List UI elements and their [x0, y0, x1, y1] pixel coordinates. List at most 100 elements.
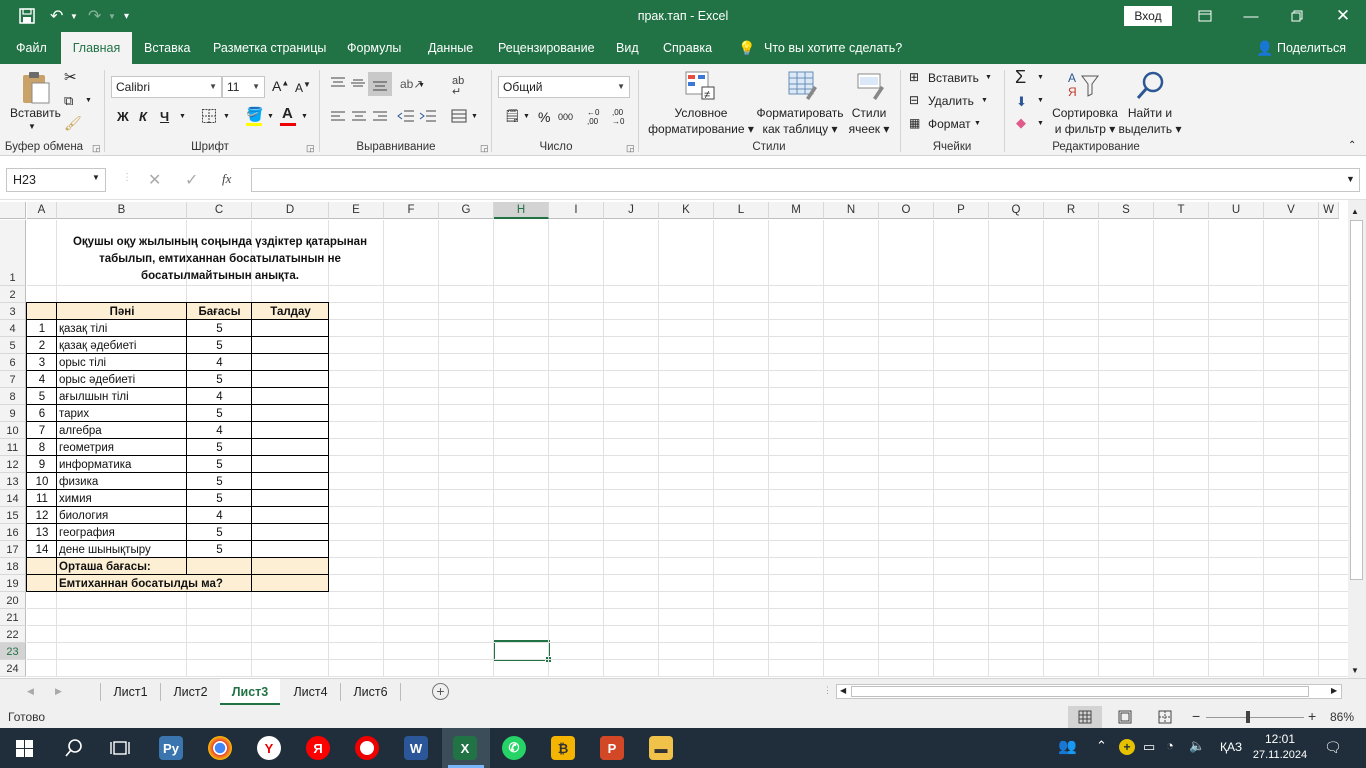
tab-file[interactable]: Файл [16, 32, 47, 64]
row-number[interactable]: 5 [29, 389, 55, 405]
row-header-10[interactable]: 10 [0, 422, 26, 439]
conditional-formatting-icon[interactable]: ≠ [684, 70, 716, 105]
column-header-H[interactable]: H [494, 202, 549, 219]
row-number[interactable]: 2 [29, 338, 55, 354]
clear-icon[interactable]: ◆ [1016, 115, 1026, 131]
select-all-button[interactable] [0, 202, 26, 219]
row-header-21[interactable]: 21 [0, 609, 26, 626]
column-header-M[interactable]: M [769, 202, 824, 219]
column-header-L[interactable]: L [714, 202, 769, 219]
row-number[interactable]: 11 [29, 491, 55, 507]
yandex-browser-icon[interactable]: Y [257, 736, 281, 760]
horizontal-scrollbar[interactable]: ◀ ▶ [836, 684, 1342, 699]
fill-icon[interactable]: ⬇ [1016, 94, 1027, 110]
sheet-tab-4[interactable]: Лист4 [281, 679, 340, 705]
tab-review[interactable]: Рецензирование [498, 32, 595, 64]
cell-styles-icon[interactable] [856, 70, 888, 105]
wrap-text-icon[interactable]: ab ↵ [452, 76, 464, 98]
row-header-5[interactable]: 5 [0, 337, 26, 354]
row-header-24[interactable]: 24 [0, 660, 26, 677]
insert-cells-icon[interactable]: ⊞ [909, 70, 919, 84]
subject-name[interactable]: ағылшын тілі [59, 389, 185, 405]
font-color-dropdown-icon[interactable]: ▼ [301, 113, 308, 120]
tell-me-search[interactable]: Что вы хотите сделать? [764, 32, 902, 64]
column-header-A[interactable]: A [27, 202, 57, 219]
delete-cells-icon[interactable]: ⊟ [909, 93, 919, 107]
merge-center-icon[interactable] [451, 109, 467, 126]
bold-button[interactable]: Ж [117, 109, 129, 124]
subject-grade[interactable]: 4 [189, 389, 250, 405]
analysis-cell[interactable] [254, 474, 327, 490]
language-indicator[interactable]: ҚАЗ [1220, 740, 1242, 754]
file-explorer-icon[interactable]: ▬ [649, 736, 673, 760]
sheet-scroll-left-icon[interactable]: ◀ [27, 686, 34, 697]
subject-grade[interactable]: 5 [189, 372, 250, 388]
find-select-icon[interactable] [1136, 70, 1166, 103]
row-header-17[interactable]: 17 [0, 541, 26, 558]
decrease-font-icon[interactable]: A▼ [295, 80, 311, 95]
format-painter-icon[interactable]: 🖌 [64, 115, 82, 132]
analysis-cell[interactable] [254, 440, 327, 456]
zoom-out-icon[interactable]: − [1192, 708, 1200, 724]
row-header-9[interactable]: 9 [0, 405, 26, 422]
normal-view-icon[interactable] [1068, 706, 1102, 728]
clock-date[interactable]: 27.11.2024 [1248, 749, 1312, 761]
fill-color-dropdown-icon[interactable]: ▼ [267, 113, 274, 120]
analysis-cell[interactable] [254, 355, 327, 371]
analysis-cell[interactable] [254, 423, 327, 439]
average-label[interactable]: Орташа бағасы: [59, 559, 185, 575]
cell-styles-button[interactable]: Стили ячеек ▾ [846, 105, 892, 137]
clipboard-launcher-icon[interactable]: ◲ [92, 143, 101, 154]
subject-grade[interactable]: 5 [189, 542, 250, 558]
column-header-O[interactable]: O [879, 202, 934, 219]
ribbon-display-icon[interactable] [1182, 0, 1228, 32]
insert-function-icon[interactable]: fx [222, 171, 231, 187]
subject-grade[interactable]: 5 [189, 406, 250, 422]
page-layout-icon[interactable] [1118, 710, 1132, 727]
column-header-I[interactable]: I [549, 202, 604, 219]
column-header-U[interactable]: U [1209, 202, 1264, 219]
column-header-E[interactable]: E [329, 202, 384, 219]
restore-icon[interactable] [1274, 0, 1320, 32]
enter-icon[interactable]: ✓ [185, 170, 198, 190]
sheet-title[interactable]: Оқушы оқу жылының соңында үздіктер қатар… [55, 234, 385, 285]
column-header-C[interactable]: C [187, 202, 252, 219]
hscroll-divider-icon[interactable]: ⋮ [823, 685, 832, 696]
zoom-in-icon[interactable]: + [1308, 708, 1316, 724]
row-header-11[interactable]: 11 [0, 439, 26, 456]
paste-dropdown-icon[interactable]: ▼ [28, 122, 36, 131]
increase-decimal-icon[interactable]: ←0,00 [587, 108, 599, 126]
analysis-cell[interactable] [254, 525, 327, 541]
subject-grade[interactable]: 5 [189, 474, 250, 490]
row-number[interactable]: 6 [29, 406, 55, 422]
tray-overflow-icon[interactable]: ⌃ [1096, 738, 1107, 754]
expand-formula-icon[interactable]: ▼ [1346, 174, 1355, 184]
row-header-18[interactable]: 18 [0, 558, 26, 575]
autosum-dropdown-icon[interactable]: ▼ [1037, 74, 1044, 81]
analysis-cell[interactable] [254, 491, 327, 507]
undo-icon[interactable]: ↶ [50, 0, 63, 32]
italic-button[interactable]: К [139, 109, 147, 124]
subject-grade[interactable]: 5 [189, 338, 250, 354]
subject-grade[interactable]: 4 [189, 355, 250, 371]
column-header-G[interactable]: G [439, 202, 494, 219]
align-center-icon[interactable] [351, 110, 367, 127]
column-header-K[interactable]: K [659, 202, 714, 219]
word-icon[interactable]: W [404, 736, 428, 760]
subject-name[interactable]: орыс әдебиеті [59, 372, 185, 388]
accounting-format-icon[interactable]: 🗒 [504, 108, 521, 124]
share-icon[interactable]: 👤 [1256, 32, 1273, 64]
row-header-3[interactable]: 3 [0, 303, 26, 320]
notifications-icon[interactable]: 🗨 [1324, 739, 1342, 756]
copy-dropdown-icon[interactable]: ▼ [85, 97, 92, 104]
clear-dropdown-icon[interactable]: ▼ [1037, 120, 1044, 127]
chrome-icon[interactable] [208, 736, 232, 760]
tab-help[interactable]: Справка [663, 32, 712, 64]
yandex-icon[interactable]: Я [306, 736, 330, 760]
font-launcher-icon[interactable]: ◲ [306, 143, 315, 154]
font-color-icon[interactable]: A [282, 105, 293, 122]
row-header-19[interactable]: 19 [0, 575, 26, 592]
row-header-16[interactable]: 16 [0, 524, 26, 541]
task-view-icon[interactable] [110, 739, 130, 760]
close-icon[interactable]: ✕ [1320, 0, 1366, 32]
